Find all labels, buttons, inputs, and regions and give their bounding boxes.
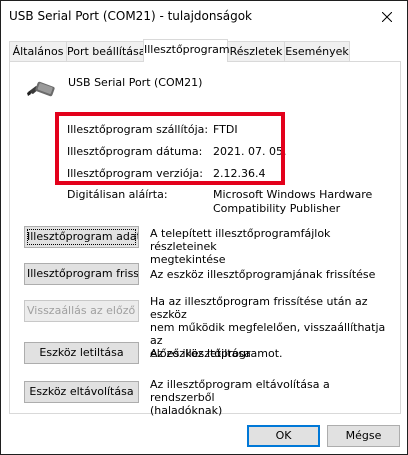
signer-label: Digitálisan aláírta: <box>67 188 168 201</box>
desc-line: Az eszköz letiltása <box>150 347 251 360</box>
desc-line: A telepített illesztőprogramfájlok részl… <box>150 227 331 253</box>
tab-general[interactable]: Általános <box>9 41 67 61</box>
tab-strip: Általános Port beállítása Illesztőprogra… <box>9 39 399 62</box>
tab-details[interactable]: Részletek <box>227 41 285 61</box>
desc-line: Ha az illesztőprogram frissítése után az… <box>150 295 368 321</box>
tab-events[interactable]: Események <box>284 41 350 61</box>
title-bar[interactable]: USB Serial Port (COM21) - tulajdonságok <box>1 1 407 32</box>
desc-line: Az illesztőprogram eltávolítása a rendsz… <box>150 378 330 404</box>
uninstall-device-button[interactable]: Eszköz eltávolítása <box>24 381 139 403</box>
desc-line: (haladóknak) <box>150 404 223 417</box>
ok-button[interactable]: OK <box>247 425 320 447</box>
driver-details-desc: A telepített illesztőprogramfájlok részl… <box>150 227 390 266</box>
cancel-button[interactable]: Mégse <box>327 425 400 447</box>
serial-port-icon <box>27 81 55 97</box>
update-driver-button[interactable]: Illesztőprogram frissítése <box>24 263 139 285</box>
desc-line: Az eszköz illesztőprogramjának frissítés… <box>150 268 376 281</box>
update-driver-desc: Az eszköz illesztőprogramjának frissítés… <box>150 268 390 281</box>
close-button[interactable] <box>367 1 407 32</box>
device-name: USB Serial Port (COM21) <box>68 76 203 89</box>
driver-panel: USB Serial Port (COM21) Illesztőprogram … <box>9 61 401 417</box>
highlight-box <box>55 112 285 185</box>
signer-value-line2: Compatibility Publisher <box>213 202 341 215</box>
window-title: USB Serial Port (COM21) - tulajdonságok <box>9 9 252 23</box>
desc-line: megtekintése <box>150 253 226 266</box>
disable-device-button[interactable]: Eszköz letiltása <box>24 342 139 364</box>
properties-window: USB Serial Port (COM21) - tulajdonságok … <box>0 0 408 455</box>
tab-driver[interactable]: Illesztőprogram <box>143 39 230 62</box>
desc-line: nem működik megfelelően, visszaállíthatj… <box>150 321 386 347</box>
signer-value-line1: Microsoft Windows Hardware <box>213 188 373 201</box>
disable-device-desc: Az eszköz letiltása <box>150 347 390 360</box>
close-icon <box>382 11 392 22</box>
uninstall-device-desc: Az illesztőprogram eltávolítása a rendsz… <box>150 378 390 417</box>
driver-details-button[interactable]: Illesztőprogram adatai <box>24 226 139 248</box>
rollback-driver-button[interactable]: Visszaállás az előző illesztőprogramra <box>24 300 139 322</box>
tab-port-settings[interactable]: Port beállítása <box>66 41 146 61</box>
